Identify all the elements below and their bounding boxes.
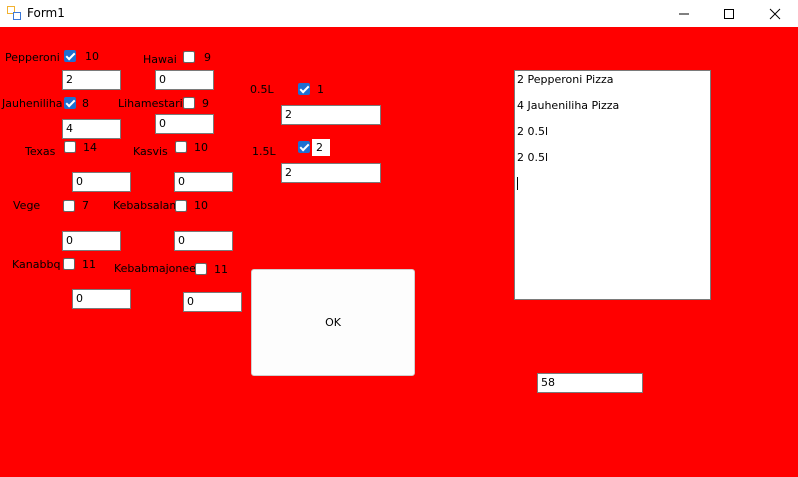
- drink-05l-count: 1: [317, 83, 324, 96]
- drink-05l-quantity-input[interactable]: 2: [281, 105, 381, 125]
- jauheniliha-quantity-input[interactable]: 4: [62, 119, 121, 139]
- hawai-quantity-input[interactable]: 0: [155, 70, 214, 90]
- total-input[interactable]: 58: [537, 373, 643, 393]
- maximize-icon: [724, 8, 734, 19]
- jauheniliha-label: Jauheniliha: [2, 97, 63, 110]
- kasvis-label: Kasvis: [133, 145, 168, 158]
- lihamestari-checkbox[interactable]: [183, 97, 195, 109]
- maximize-button[interactable]: [706, 0, 752, 27]
- kebabsalami-checkbox[interactable]: [175, 200, 187, 212]
- window-title: Form1: [27, 6, 65, 20]
- title-bar: Form1: [0, 0, 798, 27]
- kasvis-quantity-input[interactable]: 0: [174, 172, 233, 192]
- drink-15l-count: 2: [316, 141, 323, 154]
- lihamestari-label: Lihamestari: [118, 97, 183, 110]
- texas-checkbox[interactable]: [64, 141, 76, 153]
- pepperoni-quantity-input[interactable]: 2: [62, 70, 121, 90]
- hawai-label: Hawai: [143, 53, 177, 66]
- kebabmajoneesi-price: 11: [214, 263, 228, 276]
- drink-05l-label: 0.5L: [250, 83, 274, 96]
- kasvis-checkbox[interactable]: [175, 141, 187, 153]
- close-icon: [769, 8, 781, 19]
- minimize-button[interactable]: [661, 0, 707, 27]
- form1-window: Form1 Pepperoni 10 2 Hawai 9 0 Jauhenili…: [0, 0, 798, 477]
- order-list[interactable]: 2 Pepperoni Pizza 4 Jauheniliha Pizza 2 …: [514, 70, 711, 300]
- lihamestari-quantity-input[interactable]: 0: [155, 114, 214, 134]
- drink-15l-checkbox[interactable]: [298, 141, 310, 153]
- hawai-price: 9: [204, 51, 211, 64]
- text-caret: [517, 177, 708, 203]
- drink-15l-quantity-input[interactable]: 2: [281, 163, 381, 183]
- list-item[interactable]: 4 Jauheniliha Pizza: [517, 99, 708, 125]
- jauheniliha-price: 8: [82, 97, 89, 110]
- kanabbq-quantity-input[interactable]: 0: [72, 289, 131, 309]
- close-button[interactable]: [752, 0, 798, 27]
- kebabsalami-label: Kebabsalami: [113, 199, 184, 212]
- texas-quantity-input[interactable]: 0: [72, 172, 131, 192]
- texas-label: Texas: [25, 145, 56, 158]
- kebabmajoneesi-checkbox[interactable]: [195, 263, 207, 275]
- hawai-checkbox[interactable]: [183, 51, 195, 63]
- vege-price: 7: [82, 199, 89, 212]
- kebabmajoneesi-label: Kebabmajoneesi: [114, 262, 205, 275]
- ok-button[interactable]: OK: [251, 269, 415, 376]
- list-item[interactable]: 2 0.5l: [517, 125, 708, 151]
- form-client-area: Pepperoni 10 2 Hawai 9 0 Jauheniliha 8 4…: [0, 27, 798, 477]
- texas-price: 14: [83, 141, 97, 154]
- kebabsalami-quantity-input[interactable]: 0: [174, 231, 233, 251]
- vege-label: Vege: [13, 199, 41, 212]
- list-item[interactable]: 2 0.5l: [517, 151, 708, 177]
- app-icon: [7, 6, 21, 20]
- kanabbq-label: Kanabbq: [12, 258, 61, 271]
- drink-05l-checkbox[interactable]: [298, 83, 310, 95]
- kanabbq-price: 11: [82, 258, 96, 271]
- kebabsalami-price: 10: [194, 199, 208, 212]
- pepperoni-checkbox[interactable]: [64, 50, 76, 62]
- vege-checkbox[interactable]: [63, 200, 75, 212]
- pepperoni-label: Pepperoni: [5, 51, 60, 64]
- minimize-icon: [679, 13, 689, 14]
- jauheniliha-checkbox[interactable]: [64, 97, 76, 109]
- kebabmajoneesi-quantity-input[interactable]: 0: [183, 292, 242, 312]
- drink-15l-label: 1.5L: [252, 145, 276, 158]
- vege-quantity-input[interactable]: 0: [62, 231, 121, 251]
- kasvis-price: 10: [194, 141, 208, 154]
- list-item[interactable]: 2 Pepperoni Pizza: [517, 73, 708, 99]
- lihamestari-price: 9: [202, 97, 209, 110]
- kanabbq-checkbox[interactable]: [63, 258, 75, 270]
- pepperoni-price: 10: [85, 50, 99, 63]
